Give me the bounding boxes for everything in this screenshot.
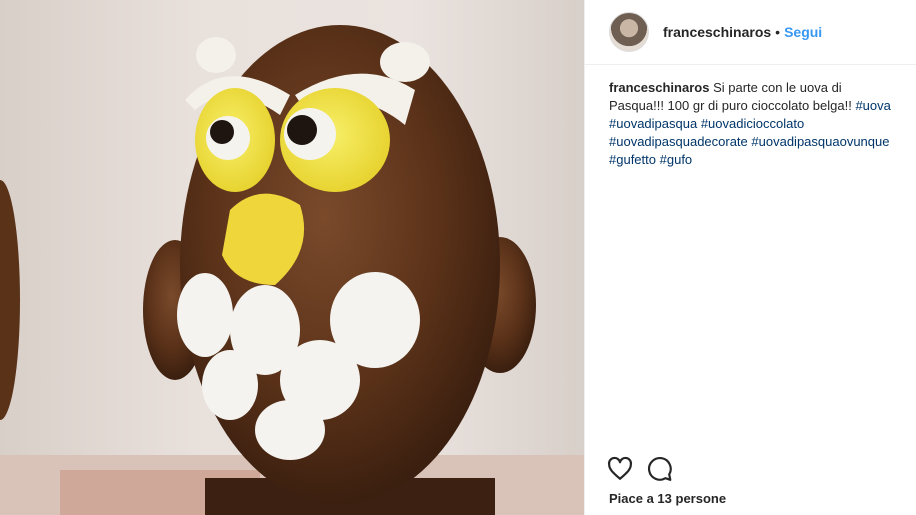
post-actions [607,456,673,482]
comment-bubble-icon[interactable] [647,456,673,482]
hashtag-link[interactable]: #uovadipasquadecorate [609,134,748,149]
like-button[interactable] [607,456,633,482]
hashtag-link[interactable]: #uovadipasquaovunque [751,134,889,149]
caption-username[interactable]: franceschinaros [609,80,709,95]
post-caption: franceschinaros Si parte con le uova di … [585,65,916,169]
post-photo[interactable] [0,0,584,515]
hashtag-link[interactable]: #gufo [660,152,693,167]
follow-button[interactable]: Segui [784,24,822,40]
header-username[interactable]: franceschinaros [663,24,771,40]
post-sidebar: franceschinaros • Segui franceschinaros … [584,0,916,515]
avatar[interactable] [609,12,649,52]
hashtag-link[interactable]: #uovadicioccolato [701,116,804,131]
comment-button[interactable] [647,456,673,482]
chocolate-owl-egg-image [0,25,584,515]
hashtag-link[interactable]: #uova [855,98,890,113]
likes-count[interactable]: Piace a 13 persone [609,491,726,506]
hashtag-link[interactable]: #gufetto [609,152,656,167]
heart-icon[interactable] [607,456,633,482]
hashtag-link[interactable]: #uovadipasqua [609,116,697,131]
separator-dot: • [775,24,781,40]
instagram-post: franceschinaros • Segui franceschinaros … [0,0,916,515]
post-header: franceschinaros • Segui [585,0,916,65]
